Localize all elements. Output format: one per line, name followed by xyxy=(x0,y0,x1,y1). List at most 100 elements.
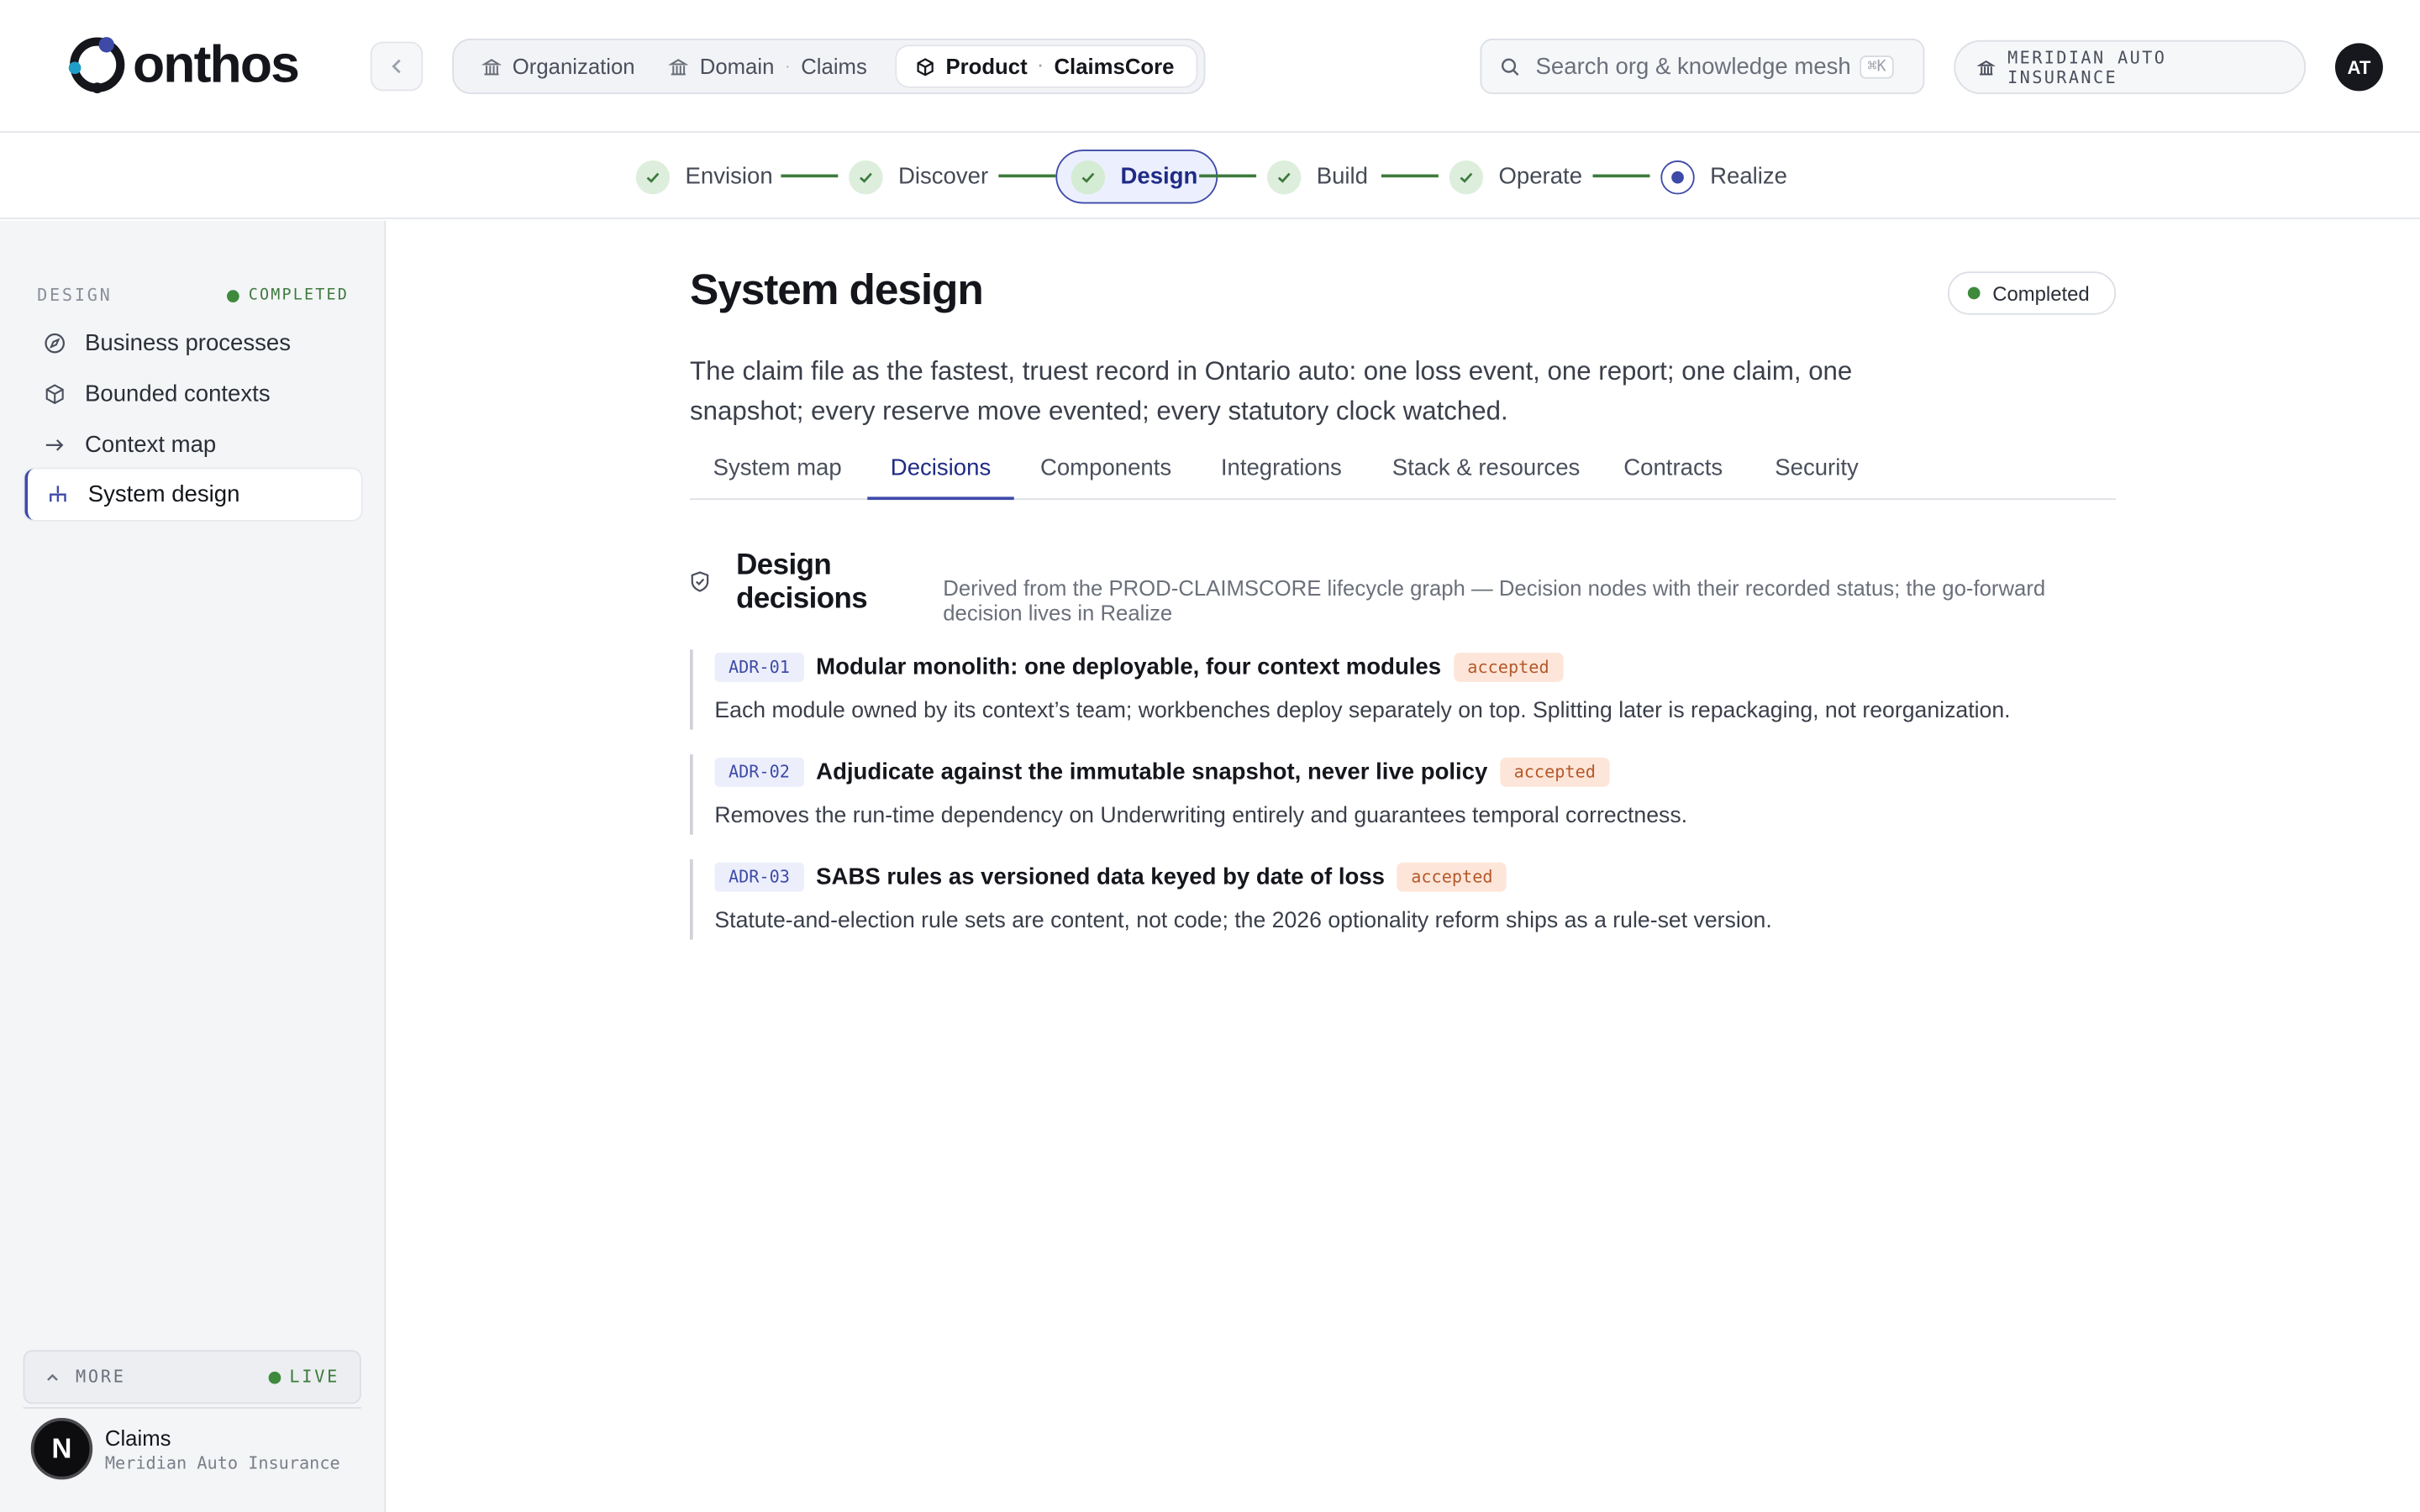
sidebar-section-label: DESIGN xyxy=(37,285,113,306)
check-icon xyxy=(1266,160,1302,194)
decision-id: ADR-01 xyxy=(714,652,804,681)
radio-active-icon xyxy=(1660,160,1695,194)
status-badge: Completed xyxy=(1947,271,2117,315)
decision-header: ADR-03 SABS rules as versioned data keye… xyxy=(714,859,1507,893)
more-label-group: MORE xyxy=(45,1367,125,1387)
decision-title: Adjudicate against the immutable snapsho… xyxy=(816,758,1488,785)
breadcrumb-value: ClaimsCore xyxy=(1054,54,1175,79)
step-label: Realize xyxy=(1710,163,1787,190)
decision-status-badge: accepted xyxy=(1453,652,1564,681)
breadcrumb-label: Product xyxy=(945,54,1028,79)
step-label: Design xyxy=(1120,163,1198,190)
chevron-left-icon xyxy=(392,59,401,74)
step-connector xyxy=(781,174,839,178)
decision-header: ADR-02 Adjudicate against the immutable … xyxy=(714,754,1610,788)
breadcrumb-label: Organization xyxy=(512,54,635,79)
user-avatar[interactable]: AT xyxy=(2334,43,2383,92)
cube-icon xyxy=(917,57,934,76)
top-header: onthos Organization Domain · Claims Prod… xyxy=(0,0,2420,133)
workspace-name: Claims xyxy=(104,1425,171,1450)
sidebar-section-status: COMPLETED xyxy=(227,287,349,304)
decision-title: SABS rules as versioned data keyed by da… xyxy=(816,863,1385,890)
breadcrumb-separator: · xyxy=(785,57,791,76)
search-box[interactable]: ⌘K xyxy=(1480,38,1925,95)
workspace-switcher[interactable]: N Claims Meridian Auto Insurance xyxy=(30,1417,340,1480)
org-name: MERIDIAN AUTO INSURANCE xyxy=(2007,47,2167,87)
status-dot-icon xyxy=(1967,286,1981,300)
decision-item[interactable]: ADR-01 Modular monolith: one deployable,… xyxy=(690,649,2116,730)
sidebar-item-bounded-contexts[interactable]: Bounded contexts xyxy=(24,369,360,420)
decision-body: Removes the run-time dependency on Under… xyxy=(714,803,1688,829)
step-label: Discover xyxy=(897,163,989,190)
product-summary: The claim file as the fastest, truest re… xyxy=(690,356,1853,426)
tab-bar: System map Decisions Components Integrat… xyxy=(690,444,2117,501)
section-title-line: Design xyxy=(736,549,832,582)
tab-system-map[interactable]: System map xyxy=(713,444,842,500)
arrow-right-icon xyxy=(45,439,64,451)
check-icon xyxy=(849,160,883,194)
more-label: MORE xyxy=(76,1367,126,1388)
live-label: LIVE xyxy=(289,1367,340,1388)
section-title: Design decisions xyxy=(736,549,868,617)
tab-decisions[interactable]: Decisions xyxy=(867,444,1014,501)
shield-check-icon xyxy=(690,571,710,601)
sidebar-divider xyxy=(23,1407,361,1409)
decision-status-badge: accepted xyxy=(1500,756,1610,786)
decision-item[interactable]: ADR-03 SABS rules as versioned data keye… xyxy=(690,859,2116,940)
live-indicator: LIVE xyxy=(267,1367,340,1388)
decision-body: Statute-and-election rule sets are conte… xyxy=(714,908,1772,934)
workspace-org: Meridian Auto Insurance xyxy=(104,1452,340,1473)
decision-id: ADR-03 xyxy=(714,861,804,891)
sidebar-section-header: DESIGN COMPLETED xyxy=(37,286,349,306)
tab-stack-resources[interactable]: Stack & resources xyxy=(1392,444,1581,500)
step-label: Build xyxy=(1316,163,1369,190)
breadcrumb-separator: · xyxy=(1038,57,1044,76)
brand-logo[interactable]: onthos xyxy=(68,34,300,95)
sidebar-item-system-design[interactable]: System design xyxy=(24,469,361,520)
sidebar-item-business-processes[interactable]: Business processes xyxy=(24,318,360,369)
breadcrumb-value: Claims xyxy=(801,54,867,79)
sidebar-item-context-map[interactable]: Context map xyxy=(24,420,360,471)
step-connector xyxy=(1199,174,1257,178)
sidebar-item-label: Context map xyxy=(85,432,217,459)
step-connector xyxy=(1381,174,1439,178)
org-selector[interactable]: MERIDIAN AUTO INSURANCE xyxy=(1954,39,2307,95)
page-title: System design xyxy=(690,265,984,313)
step-operate[interactable]: Operate xyxy=(1449,150,1582,203)
step-design[interactable]: Design xyxy=(1055,150,1218,204)
decision-title: Modular monolith: one deployable, four c… xyxy=(816,653,1442,680)
tab-components[interactable]: Components xyxy=(1040,444,1171,500)
step-connector xyxy=(1592,174,1650,178)
status-text: Completed xyxy=(1992,281,2090,305)
decision-item[interactable]: ADR-02 Adjudicate against the immutable … xyxy=(690,754,2116,835)
check-icon xyxy=(1071,160,1106,194)
sidebar-status-text: COMPLETED xyxy=(248,286,350,304)
step-label: Envision xyxy=(685,163,773,190)
search-input[interactable] xyxy=(1535,53,1860,80)
back-button[interactable] xyxy=(370,41,424,92)
tab-security[interactable]: Security xyxy=(1775,444,1859,500)
app-root: onthos Organization Domain · Claims Prod… xyxy=(0,0,2420,1512)
step-discover[interactable]: Discover xyxy=(849,150,988,203)
breadcrumb-label: Domain xyxy=(699,54,775,79)
step-realize[interactable]: Realize xyxy=(1660,150,1787,203)
step-build[interactable]: Build xyxy=(1266,150,1369,203)
breadcrumb-product[interactable]: Product · ClaimsCore xyxy=(894,45,1197,88)
cube-icon xyxy=(45,384,64,405)
check-icon xyxy=(635,160,671,194)
tab-integrations[interactable]: Integrations xyxy=(1221,444,1342,500)
sidebar-more-toggle[interactable]: MORE LIVE xyxy=(23,1350,361,1404)
search-icon xyxy=(1502,57,1519,76)
logo-mark-icon xyxy=(68,35,127,94)
chevron-up-icon xyxy=(47,1373,58,1380)
hierarchy-icon xyxy=(50,486,66,502)
section-title-line: decisions xyxy=(736,583,868,616)
building-icon xyxy=(481,58,502,75)
breadcrumb-organization[interactable]: Organization xyxy=(476,45,657,87)
step-envision[interactable]: Envision xyxy=(635,150,773,203)
check-icon xyxy=(1449,160,1484,194)
sidebar-item-label: Bounded contexts xyxy=(85,381,271,407)
breadcrumb-domain[interactable]: Domain · Claims xyxy=(663,45,889,87)
building-icon xyxy=(1976,60,1996,75)
tab-contracts[interactable]: Contracts xyxy=(1623,444,1723,500)
